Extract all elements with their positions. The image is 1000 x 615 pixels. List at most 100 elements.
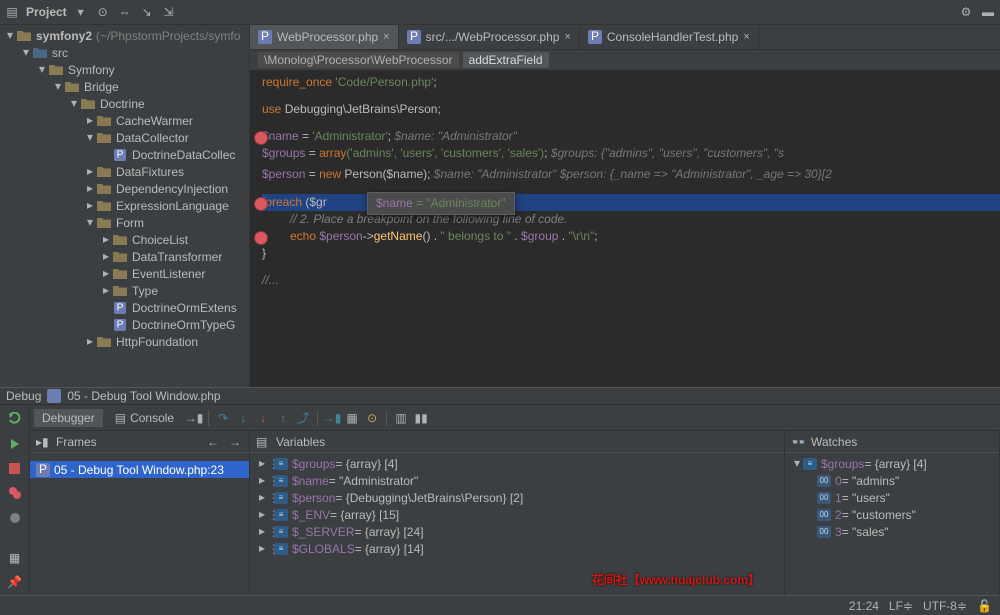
tree-item[interactable]: ▸ChoiceList [0,231,249,248]
variable-row[interactable]: ▸⋮≡$person = {Debugging\JetBrains\Person… [250,489,784,506]
editor-tab[interactable]: PWebProcessor.php× [250,25,399,49]
settings-icon[interactable]: ▥ [393,410,409,426]
trace-icon[interactable]: ⊙ [364,410,380,426]
autoscroll-icon[interactable]: ↘ [139,4,155,20]
code-editor[interactable]: require_once 'Code/Person.php'; use Debu… [250,70,1000,387]
run-to-cursor-icon[interactable]: →▮ [324,410,340,426]
project-label: Project [26,5,67,19]
prev-frame-icon[interactable]: ← [205,434,221,450]
filter-icon[interactable]: ⇲ [161,4,177,20]
frame-row[interactable]: P05 - Debug Tool Window.php:23 [30,461,249,478]
editor-tab[interactable]: Psrc/.../WebProcessor.php× [399,25,580,49]
project-icon: ▤ [4,4,20,20]
hide-icon[interactable]: ▬ [980,4,996,20]
caret-position[interactable]: 21:24 [849,599,879,613]
resume-button[interactable] [6,436,24,453]
svg-text:P: P [117,302,124,313]
breadcrumb-path[interactable]: \Monolog\Processor\WebProcessor [258,52,459,68]
frames-icon: ▸▮ [36,435,50,449]
editor-tab[interactable]: PConsoleHandlerTest.php× [580,25,759,49]
step-into-icon[interactable]: ↓ [235,410,251,426]
watch-item[interactable]: 002 = "customers" [785,506,999,523]
breakpoint-icon[interactable] [254,131,268,145]
breadcrumb-member[interactable]: addExtraField [463,52,549,68]
svg-text:P: P [117,319,124,330]
php-icon: P [407,30,421,44]
inline-value-tooltip: $name = "Administrator" [367,192,515,215]
close-icon[interactable]: × [383,31,389,43]
tree-item[interactable]: ▾Bridge [0,78,249,95]
tree-item[interactable]: ▸CacheWarmer [0,112,249,129]
tree-item[interactable]: ▸HttpFoundation [0,333,249,350]
tree-item[interactable]: PDoctrineOrmTypeG [0,316,249,333]
watch-item[interactable]: 000 = "admins" [785,472,999,489]
view-breakpoints-button[interactable] [6,485,24,502]
php-icon [47,389,61,403]
encoding[interactable]: UTF-8≑ [923,599,967,613]
variable-row[interactable]: ▸⋮≡$GLOBALS = {array} [14] [250,540,784,557]
tree-item[interactable]: ▾Form [0,214,249,231]
tree-item[interactable]: ▸Type [0,282,249,299]
gear-icon[interactable]: ⚙ [958,4,974,20]
evaluate-icon[interactable]: ▦ [344,410,360,426]
status-bar: 21:24 LF≑ UTF-8≑ 🔓 [0,595,1000,615]
drop-frame-icon[interactable]: ⤴ [295,410,311,426]
step-out-icon[interactable]: ↑ [275,410,291,426]
breakpoint-icon[interactable] [254,231,268,245]
mute-breakpoints-button[interactable] [6,509,24,526]
watch-item[interactable]: 003 = "sales" [785,523,999,540]
breadcrumb[interactable]: \Monolog\Processor\WebProcessor addExtra… [250,50,1000,70]
pin-button[interactable]: 📌 [6,574,24,591]
php-icon: P [258,30,272,44]
tree-root[interactable]: ▾symfony2(~/PhpstormProjects/symfo [0,27,249,44]
rerun-button[interactable] [6,411,24,428]
tree-item[interactable]: ▾src [0,44,249,61]
step-over-icon[interactable]: ↷ [215,410,231,426]
chevron-down-icon[interactable]: ▾ [73,4,89,20]
variable-row[interactable]: ▸⋮≡$_SERVER = {array} [24] [250,523,784,540]
watch-row[interactable]: ▾≡$groups = {array} [4] [785,455,999,472]
debug-session: 05 - Debug Tool Window.php [67,389,220,403]
close-icon[interactable]: × [743,31,749,43]
tree-item[interactable]: ▾DataCollector [0,129,249,146]
tree-item[interactable]: ▸DependencyInjection [0,180,249,197]
tree-item[interactable]: ▾Doctrine [0,95,249,112]
debug-tabs: Debugger ▤Console →▮ ↷ ↓ ↓ ↑ ⤴ →▮ ▦ ⊙ ▥ … [30,405,1000,431]
tree-item[interactable]: ▸ExpressionLanguage [0,197,249,214]
tree-item[interactable]: ▾Symfony [0,61,249,78]
watches-panel: 👓Watches ▾≡$groups = {array} [4]000 = "a… [785,431,1000,615]
close-icon[interactable]: × [564,31,570,43]
expand-icon[interactable]: ⇔ [117,4,133,20]
next-frame-icon[interactable]: → [227,434,243,450]
collapse-icon[interactable]: ⊙ [95,4,111,20]
tree-item[interactable]: PDoctrineDataCollec [0,146,249,163]
variable-row[interactable]: ▸⋮≡$_ENV = {array} [15] [250,506,784,523]
project-tree[interactable]: ▾symfony2(~/PhpstormProjects/symfo▾src▾S… [0,25,250,387]
variables-panel: ▤Variables ▸⋮≡$groups = {array} [4]▸⋮≡$n… [250,431,785,615]
svg-text:P: P [39,463,47,476]
tree-item[interactable]: ▸EventListener [0,265,249,282]
variable-row[interactable]: ▸⋮≡$name = "Administrator" [250,472,784,489]
breakpoint-icon[interactable] [254,197,268,211]
watch-item[interactable]: 001 = "users" [785,489,999,506]
more-icon[interactable]: ▮▮ [413,410,429,426]
tree-item[interactable]: PDoctrineOrmExtens [0,299,249,316]
stop-button[interactable] [6,460,24,477]
variable-row[interactable]: ▸⋮≡$groups = {array} [4] [250,455,784,472]
force-step-into-icon[interactable]: ↓ [255,410,271,426]
debug-label: Debug [6,389,41,403]
layout-button[interactable]: ▦ [6,549,24,566]
editor-tabs: PWebProcessor.php×Psrc/.../WebProcessor.… [250,25,1000,50]
line-ending[interactable]: LF≑ [889,599,913,613]
svg-text:P: P [117,149,124,160]
tree-item[interactable]: ▸DataFixtures [0,163,249,180]
output-toggle-icon[interactable]: →▮ [186,410,202,426]
svg-text:P: P [410,30,418,43]
tab-debugger[interactable]: Debugger [34,409,103,427]
lock-icon[interactable]: 🔓 [977,599,992,613]
debug-panel: ▦ 📌 ✕ Debugger ▤Console →▮ ↷ ↓ ↓ ↑ ⤴ →▮ … [0,405,1000,615]
tab-console[interactable]: ▤Console [107,409,182,427]
debug-tool-window-header: Debug 05 - Debug Tool Window.php [0,387,1000,405]
svg-text:P: P [261,30,269,43]
tree-item[interactable]: ▸DataTransformer [0,248,249,265]
